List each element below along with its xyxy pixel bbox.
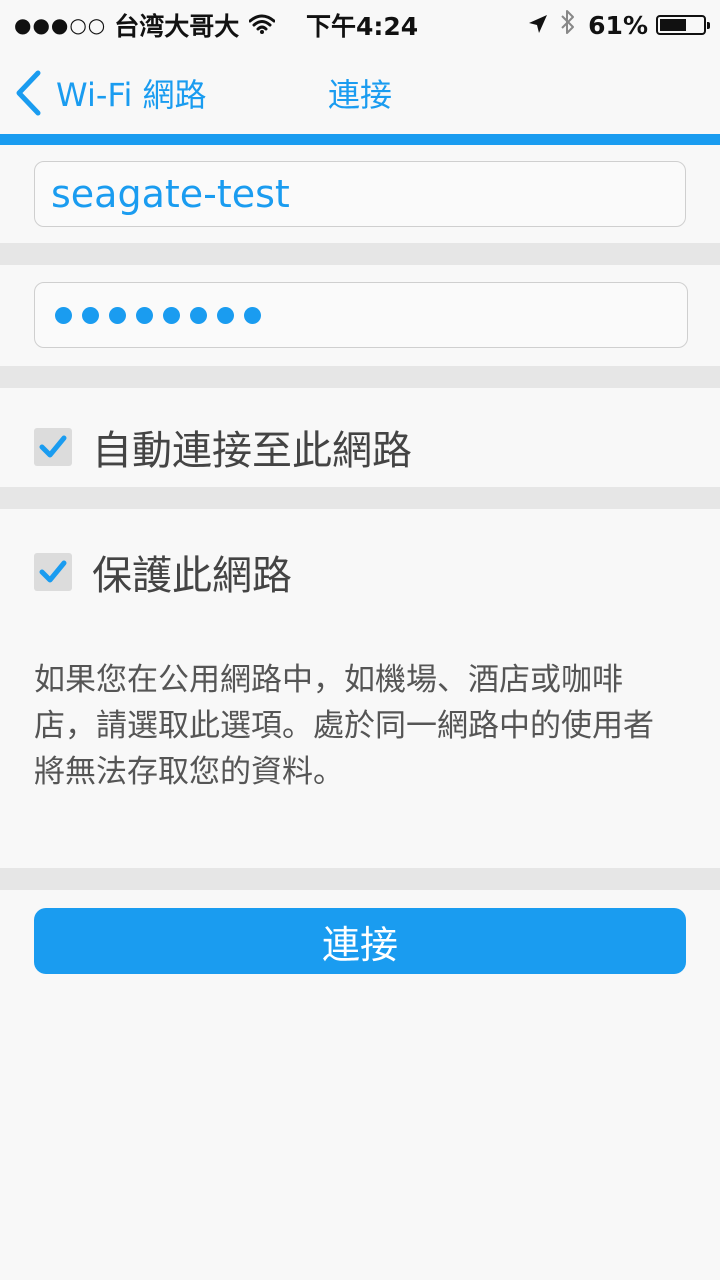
nav-underline <box>0 134 720 145</box>
battery-percent: 61% <box>588 10 648 40</box>
auto-connect-section: 自動連接至此網路 <box>0 388 720 487</box>
password-dot <box>163 306 180 324</box>
battery-fill <box>660 19 686 31</box>
divider <box>0 243 720 265</box>
ssid-value: seagate-test <box>51 172 290 216</box>
password-dot <box>136 306 153 324</box>
back-label: Wi-Fi 網路 <box>56 76 207 114</box>
status-time: 下午4:24 <box>306 12 419 41</box>
checkmark-icon <box>39 560 67 583</box>
password-mask <box>51 306 261 324</box>
location-arrow-icon <box>528 11 548 40</box>
connect-button[interactable]: 連接 <box>34 908 686 974</box>
auto-connect-row[interactable]: 自動連接至此網路 <box>34 418 412 476</box>
password-dot <box>109 306 126 324</box>
password-dot <box>244 306 261 324</box>
protect-description: 如果您在公用網路中，如機場、酒店或咖啡店，請選取此選項。處於同一網路中的使用者將… <box>34 662 654 790</box>
password-dot <box>82 306 99 324</box>
ssid-field[interactable]: seagate-test <box>34 161 686 227</box>
auto-connect-label: 自動連接至此網路 <box>92 428 412 474</box>
password-field[interactable] <box>34 282 688 348</box>
protect-checkbox[interactable] <box>34 553 72 591</box>
divider <box>0 487 720 509</box>
ssid-section: seagate-test <box>0 145 720 243</box>
page-title: 連接 <box>328 76 393 114</box>
chevron-left-icon <box>16 70 41 116</box>
password-section <box>0 265 720 366</box>
wifi-icon <box>248 11 276 40</box>
navigation-bar: Wi-Fi 網路 連接 <box>0 50 720 134</box>
checkmark-icon <box>39 435 67 458</box>
status-right: 61% <box>528 0 710 50</box>
signal-strength-icon: ●●●○○ <box>14 13 107 37</box>
back-button[interactable]: Wi-Fi 網路 <box>14 70 207 116</box>
auto-connect-checkbox[interactable] <box>34 428 72 466</box>
divider <box>0 366 720 388</box>
carrier-name: 台湾大哥大 <box>114 12 240 41</box>
bluetooth-icon <box>560 9 576 41</box>
status-left: ●●●○○ 台湾大哥大 <box>14 0 276 50</box>
protect-label: 保護此網路 <box>92 553 292 599</box>
battery-icon <box>656 15 710 35</box>
status-bar: ●●●○○ 台湾大哥大 下午4:24 61% <box>0 0 720 50</box>
password-dot <box>217 306 234 324</box>
password-dot <box>190 306 207 324</box>
protect-row[interactable]: 保護此網路 <box>34 543 292 601</box>
password-dot <box>55 306 72 324</box>
divider <box>0 868 720 890</box>
